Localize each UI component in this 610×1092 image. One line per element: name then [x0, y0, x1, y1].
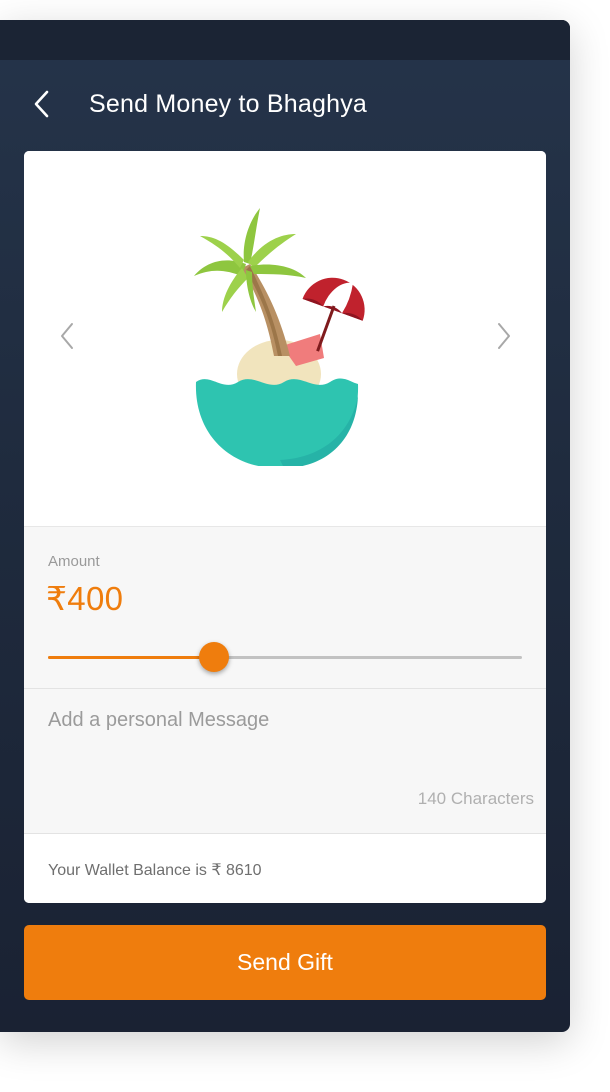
gift-theme-carousel: [24, 151, 546, 526]
beach-island-icon: [194, 208, 365, 466]
amount-label: Amount: [48, 553, 100, 570]
slider-thumb[interactable]: [198, 642, 229, 672]
slider-fill: [48, 656, 214, 659]
app-header: Send Money to Bhaghya: [0, 60, 570, 150]
send-gift-button[interactable]: Send Gift: [24, 925, 546, 1000]
amount-value: ₹400: [46, 580, 124, 617]
personal-message-input[interactable]: [46, 707, 526, 791]
wallet-balance-text: Your Wallet Balance is ₹ 8610: [48, 862, 262, 879]
amount-slider[interactable]: [48, 642, 522, 672]
status-bar: [0, 20, 570, 60]
chevron-right-icon: [498, 323, 510, 349]
page-title: Send Money to Bhaghya: [89, 90, 368, 118]
back-button[interactable]: [26, 84, 58, 124]
wallet-balance-section: Your Wallet Balance is ₹ 8610: [24, 833, 546, 903]
character-limit: 140 Characters: [417, 789, 534, 808]
amount-section: Amount ₹400: [24, 526, 546, 688]
message-section: 140 Characters: [24, 688, 546, 833]
app-screen: Send Money to Bhaghya Amount ₹400 Add a …: [0, 20, 570, 1032]
gift-card: Amount ₹400 140 Characters Your Wallet B…: [24, 151, 546, 903]
chevron-left-icon: [34, 90, 49, 118]
previous-theme-button[interactable]: [52, 316, 82, 356]
chevron-left-icon: [61, 323, 73, 349]
next-theme-button[interactable]: [489, 316, 519, 356]
